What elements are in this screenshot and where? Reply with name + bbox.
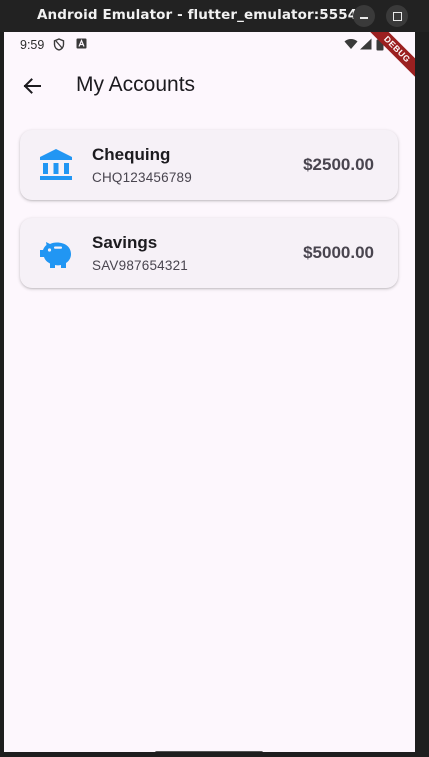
status-time: 9:59 [20,38,45,52]
bank-icon [38,147,74,183]
account-name: Savings [92,233,158,252]
window-title: Android Emulator - flutter_emulator:5554 [37,7,358,23]
app-bar: My Accounts [4,58,415,114]
piggy-bank-icon [38,235,74,271]
maximize-icon [392,11,402,21]
status-bar: 9:59 [4,32,415,58]
wifi-icon [344,38,358,53]
shield-icon [53,38,65,54]
page-title: My Accounts [76,73,196,96]
account-name: Chequing [92,145,171,164]
window-border-bottom [0,752,429,757]
gesture-nav-bar[interactable] [155,751,263,752]
arrow-back-icon [23,78,41,94]
account-balance: $2500.00 [303,155,374,174]
account-balance: $5000.00 [303,243,374,262]
account-card-chequing[interactable]: Chequing CHQ123456789 $2500.00 [20,130,398,200]
a-icon [76,38,87,52]
minimize-icon [360,17,368,19]
signal-icon [359,38,372,53]
back-button[interactable] [16,70,48,102]
account-number: SAV987654321 [92,258,188,273]
maximize-button[interactable] [386,5,408,27]
device-screen: 9:59 DEBUG My Accounts Chequing CHQ12345… [4,32,415,752]
minimize-button[interactable] [353,5,375,27]
account-card-savings[interactable]: Savings SAV987654321 $5000.00 [20,218,398,288]
window-titlebar: Android Emulator - flutter_emulator:5554 [0,0,429,32]
account-number: CHQ123456789 [92,170,192,185]
window-border-right [415,32,429,757]
